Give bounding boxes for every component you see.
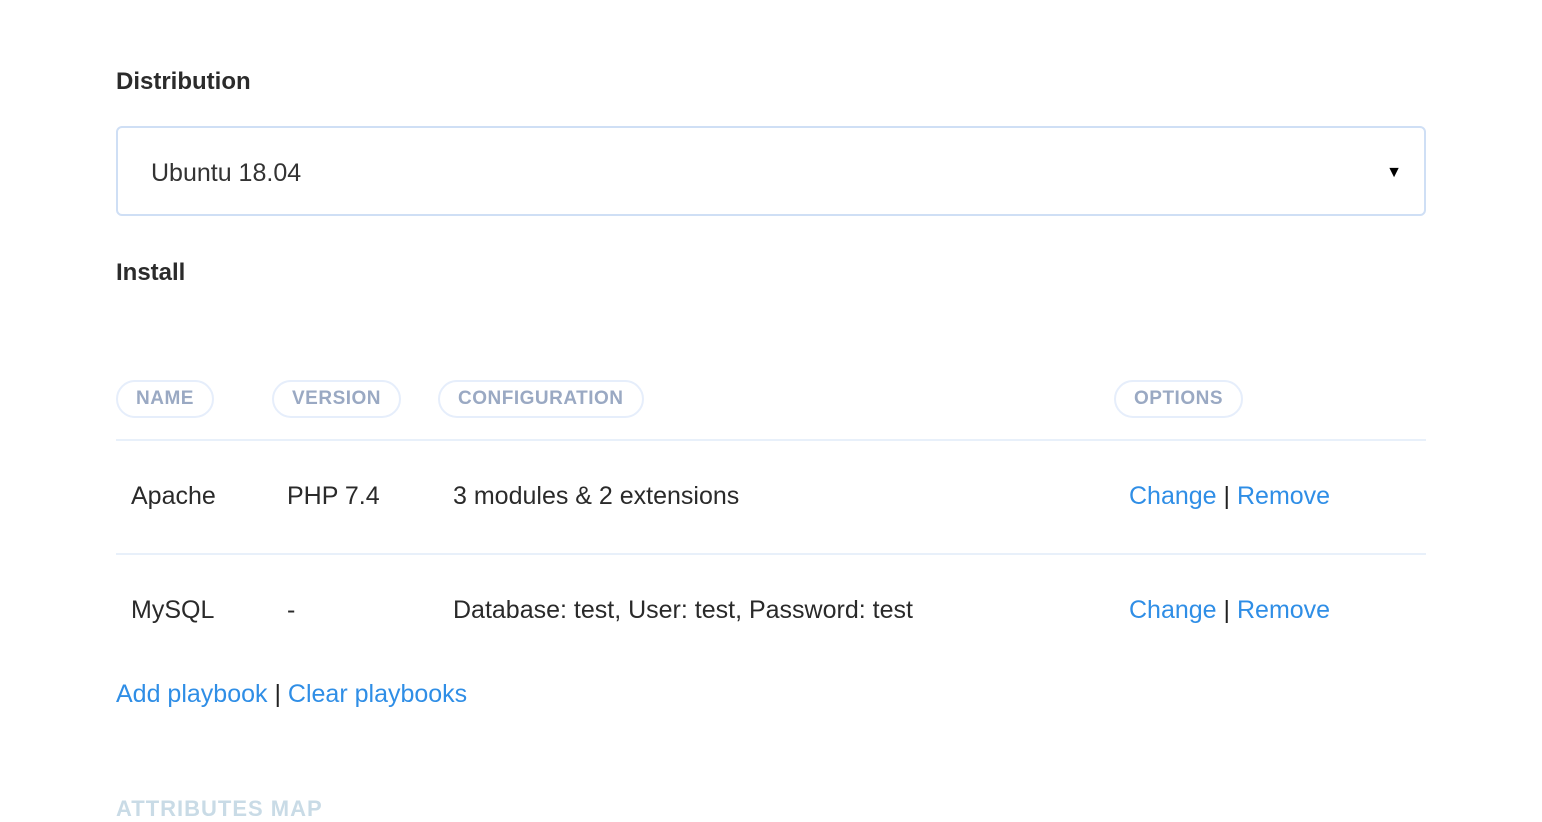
separator: | — [1223, 482, 1231, 510]
remove-link[interactable]: Remove — [1237, 596, 1330, 624]
separator: | — [274, 680, 281, 708]
cell-configuration: Database: test, User: test, Password: te… — [453, 596, 913, 624]
change-link[interactable]: Change — [1129, 596, 1217, 624]
install-title: Install — [116, 259, 186, 286]
row-options: Change | Remove — [1129, 482, 1330, 511]
next-section-heading: ATTRIBUTES MAP — [116, 796, 323, 821]
change-link[interactable]: Change — [1129, 482, 1217, 510]
separator: | — [1223, 596, 1231, 624]
column-header-options: OPTIONS — [1114, 380, 1244, 418]
distribution-title: Distribution — [116, 68, 251, 95]
clear-playbooks-link[interactable]: Clear playbooks — [288, 680, 467, 708]
cell-name: Apache — [131, 482, 216, 510]
distribution-select[interactable]: Ubuntu 18.04 ▼ — [116, 126, 1426, 216]
distribution-selected-value: Ubuntu 18.04 — [151, 159, 302, 187]
cell-name: MySQL — [131, 596, 215, 624]
cell-version: PHP 7.4 — [287, 482, 380, 510]
column-header-name: NAME — [116, 380, 214, 418]
remove-link[interactable]: Remove — [1237, 482, 1330, 510]
playbook-actions: Add playbook | Clear playbooks — [116, 680, 467, 709]
row-options: Change | Remove — [1129, 596, 1330, 625]
column-header-configuration: CONFIGURATION — [438, 380, 644, 418]
header-divider — [116, 439, 1426, 441]
chevron-down-icon: ▼ — [1386, 164, 1402, 181]
add-playbook-link[interactable]: Add playbook — [116, 680, 268, 708]
cell-version: - — [287, 596, 296, 624]
row-divider — [116, 553, 1426, 555]
column-header-version: VERSION — [272, 380, 402, 418]
cell-configuration: 3 modules & 2 extensions — [453, 482, 740, 510]
